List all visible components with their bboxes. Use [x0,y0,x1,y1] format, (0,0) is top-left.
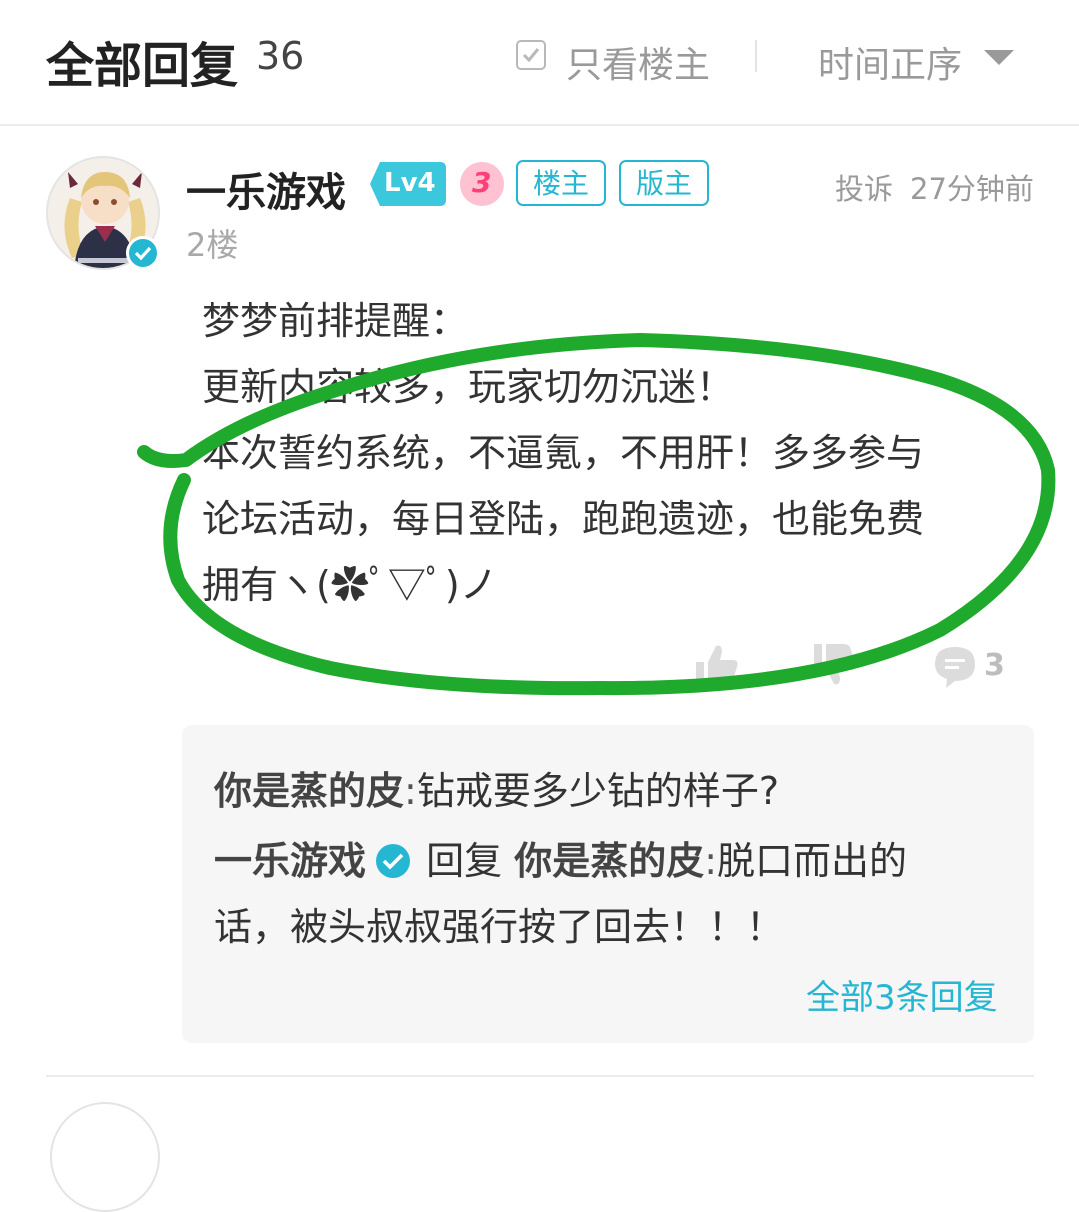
comment-icon[interactable] [932,644,978,690]
report-link[interactable]: 投诉 [835,166,893,208]
post-content: 梦梦前排提醒： 更新内容较多，玩家切勿沉迷！ 本次誓约系统，不逼氪，不用肝！多多… [202,288,1022,618]
floor-number: 2楼 [186,226,239,264]
thumb-up-icon[interactable] [692,640,742,690]
sub-reply[interactable]: 一乐游戏 回复 你是蒸的皮:脱口而出的 [214,830,907,885]
reply-text-continued: 话，被头叔叔强行按了回去！！！ [214,905,785,949]
post-divider [46,1075,1034,1077]
reply-text: 脱口而出的 [717,839,908,883]
only-owner-label[interactable]: 只看楼主 [566,36,710,88]
content-line: 本次誓约系统，不逼氪，不用肝！多多参与 [202,431,925,475]
avatar[interactable] [50,1102,160,1212]
verified-badge-icon [376,844,411,878]
level-text: Lv4 [384,168,436,198]
reply-author[interactable]: 你是蒸的皮 [214,769,404,813]
post-username[interactable]: 一乐游戏 [186,160,346,218]
reply-word: 回复 [426,839,503,883]
reply-target[interactable]: 你是蒸的皮 [514,839,704,883]
content-line: 论坛活动，每日登陆，跑跑遗迹，也能免费 [202,497,925,541]
view-all-replies-link[interactable]: 全部3条回复 [806,970,998,1019]
comment-count: 3 [984,648,1005,683]
header-title: 全部回复 [46,38,239,94]
content-line: 拥有ヽ(✿ﾟ▽ﾟ)ノ [202,563,498,607]
only-owner-checkbox[interactable] [516,40,546,70]
check-icon [522,48,540,63]
moderator-tag: 版主 [619,160,709,206]
content-line: 梦梦前排提醒： [202,299,469,343]
thumb-down-icon[interactable] [810,640,860,690]
post-time: 27分钟前 [910,172,1034,206]
verified-badge-icon [126,236,160,270]
medal-badge-icon: 3 [460,162,504,206]
replies-header: 全部回复 36 只看楼主 时间正序 [0,0,1079,126]
header-divider [755,40,757,72]
sub-reply[interactable]: 你是蒸的皮:钻戒要多少钻的样子? [214,760,779,815]
reply-author[interactable]: 一乐游戏 [214,839,366,883]
reply-count: 36 [256,34,305,78]
caret-down-icon[interactable] [984,50,1014,65]
content-line: 更新内容较多，玩家切勿沉迷！ [202,365,735,409]
reply-text: 钻戒要多少钻的样子? [416,769,779,813]
owner-tag: 楼主 [516,160,606,206]
sort-dropdown-label[interactable]: 时间正序 [818,36,962,88]
